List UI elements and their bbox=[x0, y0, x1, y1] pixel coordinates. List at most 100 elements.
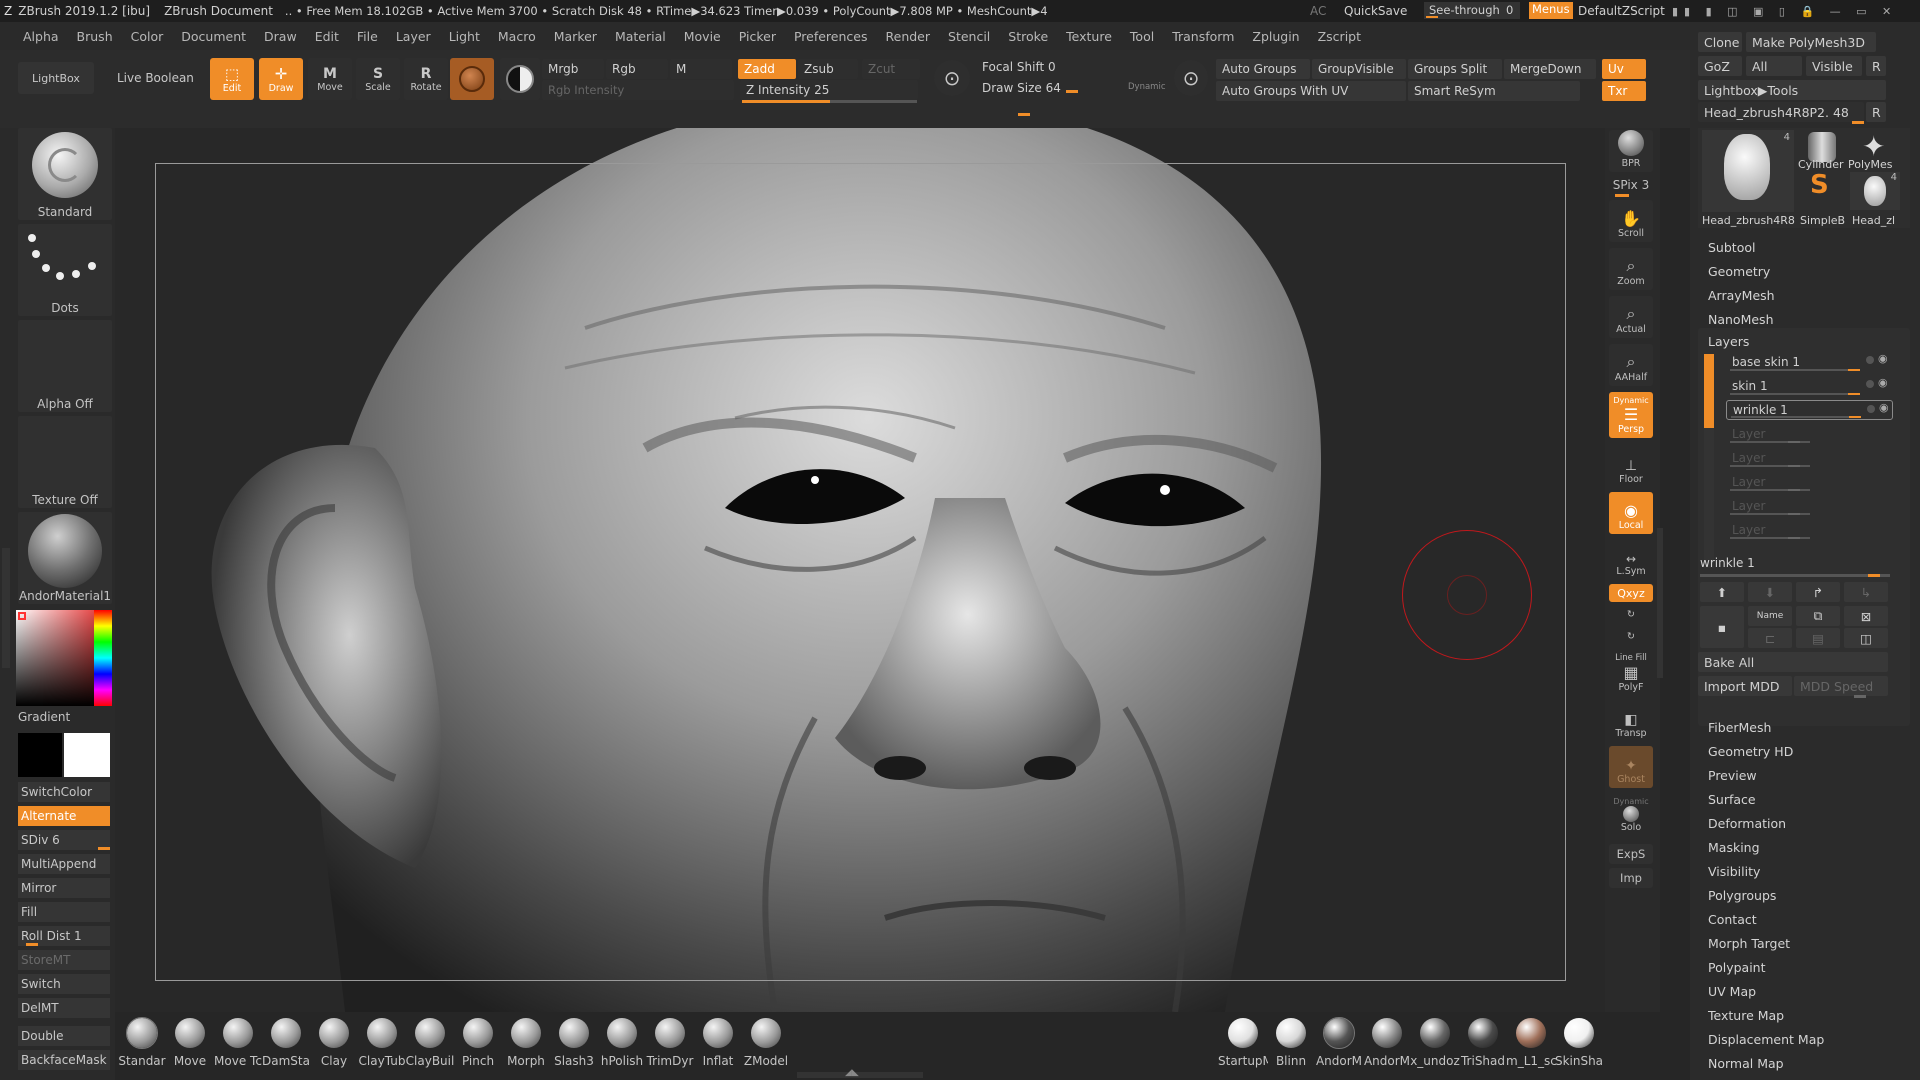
transp-button[interactable]: ◧ Transp bbox=[1609, 702, 1653, 742]
z-intensity-slider[interactable]: Z Intensity 25 bbox=[740, 80, 918, 100]
material-shelf-item[interactable] bbox=[1372, 1018, 1402, 1048]
layer-row[interactable]: skin 1 ◉ bbox=[1726, 376, 1893, 396]
rotate-button[interactable]: R Rotate bbox=[404, 58, 448, 100]
layer-move-up-button[interactable]: ⬆ bbox=[1700, 582, 1744, 602]
layer-row[interactable]: Layer bbox=[1726, 424, 1893, 444]
menu-preferences[interactable]: Preferences bbox=[785, 29, 877, 44]
canvas-viewport[interactable] bbox=[115, 128, 1605, 1012]
xyz-button[interactable]: Qxyz bbox=[1609, 584, 1653, 602]
material-shelf-item[interactable] bbox=[1228, 1018, 1258, 1048]
bake-all-button[interactable]: Bake All bbox=[1698, 652, 1888, 672]
section-fibermesh[interactable]: FiberMesh bbox=[1708, 720, 1771, 735]
section-nanomesh[interactable]: NanoMesh bbox=[1708, 312, 1774, 327]
solo-button[interactable]: Dynamic Solo bbox=[1609, 792, 1653, 836]
layer-row[interactable]: base skin 1 ◉ bbox=[1726, 352, 1893, 372]
section-morph-target[interactable]: Morph Target bbox=[1708, 936, 1790, 951]
menu-movie[interactable]: Movie bbox=[675, 29, 730, 44]
material-shelf-item[interactable] bbox=[1564, 1018, 1594, 1048]
draw-button[interactable]: ✛ Draw bbox=[259, 58, 303, 100]
tool-thumb-simpleb[interactable]: S bbox=[1798, 170, 1848, 210]
layer-action-6[interactable]: ▤ bbox=[1796, 628, 1840, 648]
section-normal-map[interactable]: Normal Map bbox=[1708, 1056, 1784, 1071]
section-texture-map[interactable]: Texture Map bbox=[1708, 1008, 1784, 1023]
dynamic-label[interactable]: Dynamic bbox=[1128, 82, 1166, 92]
menu-layer[interactable]: Layer bbox=[387, 29, 440, 44]
brush-shelf-item[interactable] bbox=[271, 1018, 301, 1048]
section-displacement-map[interactable]: Displacement Map bbox=[1708, 1032, 1824, 1047]
section-surface[interactable]: Surface bbox=[1708, 792, 1756, 807]
menu-edit[interactable]: Edit bbox=[306, 29, 348, 44]
layer-strength-slider[interactable] bbox=[1730, 393, 1860, 395]
zadd-toggle[interactable]: Zadd bbox=[738, 59, 796, 79]
brush-shelf-item[interactable] bbox=[751, 1018, 781, 1048]
material-shelf-item[interactable] bbox=[1420, 1018, 1450, 1048]
menu-brush[interactable]: Brush bbox=[68, 29, 122, 44]
move-button[interactable]: M Move bbox=[308, 58, 352, 100]
section-arraymesh[interactable]: ArrayMesh bbox=[1708, 288, 1775, 303]
quicksave-button[interactable]: QuickSave bbox=[1344, 4, 1407, 18]
brush-shelf-item[interactable] bbox=[607, 1018, 637, 1048]
exps-button[interactable]: ExpS bbox=[1609, 844, 1653, 864]
storemt-button[interactable]: StoreMT bbox=[18, 950, 110, 970]
current-tool-slider[interactable]: Head_zbrush4R8P2. 48 bbox=[1698, 102, 1864, 122]
brush-shelf-item[interactable] bbox=[319, 1018, 349, 1048]
layer-row[interactable]: wrinkle 1 ◉ bbox=[1726, 400, 1893, 420]
rgb-toggle[interactable]: Rgb bbox=[606, 59, 668, 79]
visible-button[interactable]: Visible bbox=[1806, 56, 1862, 76]
layer-eye-icon[interactable]: ◉ bbox=[1879, 401, 1889, 414]
menu-file[interactable]: File bbox=[348, 29, 387, 44]
brush-shelf-item[interactable] bbox=[223, 1018, 253, 1048]
live-boolean-button[interactable]: Live Boolean bbox=[117, 71, 194, 85]
menu-zscript[interactable]: Zscript bbox=[1309, 29, 1370, 44]
menu-draw[interactable]: Draw bbox=[255, 29, 306, 44]
lightbox-button[interactable]: LightBox bbox=[18, 62, 94, 94]
new-layer-button[interactable]: ▪ bbox=[1700, 606, 1744, 648]
imp-button[interactable]: Imp bbox=[1609, 868, 1653, 888]
hue-strip[interactable] bbox=[94, 610, 112, 706]
material-shelf-item[interactable] bbox=[1276, 1018, 1306, 1048]
layer-name-button[interactable]: Name bbox=[1748, 606, 1792, 626]
layer-move-down-button[interactable]: ⬇ bbox=[1748, 582, 1792, 602]
left-tray-collapse-handle[interactable] bbox=[2, 548, 10, 668]
brush-shelf-item[interactable] bbox=[655, 1018, 685, 1048]
window-controls[interactable]: ▮▮ ▮ ◫ ▣ ▯ 🔒 — ▭ ✕ bbox=[1672, 5, 1897, 18]
lazy-mouse-button[interactable]: ⊙ bbox=[934, 60, 970, 96]
edit-button[interactable]: ⬚ Edit bbox=[210, 58, 254, 100]
layer-strength-slider[interactable] bbox=[1731, 416, 1861, 418]
section-geometry-hd[interactable]: Geometry HD bbox=[1708, 744, 1793, 759]
layer-eye-icon[interactable]: ◉ bbox=[1878, 376, 1888, 389]
seethrough-slider[interactable]: See-through 0 bbox=[1424, 2, 1520, 19]
color-swatch-button[interactable] bbox=[500, 58, 540, 100]
right-shelf-collapse-handle[interactable] bbox=[1657, 528, 1663, 678]
bottom-collapse-handle[interactable] bbox=[797, 1072, 923, 1078]
menu-document[interactable]: Document bbox=[172, 29, 255, 44]
rotate-z-button[interactable]: ↻ bbox=[1609, 628, 1653, 648]
gradient-label[interactable]: Gradient bbox=[18, 710, 70, 724]
txr-button[interactable]: Txr bbox=[1602, 81, 1646, 101]
section-subtool[interactable]: Subtool bbox=[1708, 240, 1755, 255]
layers-scrollbar[interactable] bbox=[1704, 354, 1714, 428]
layer-strength-slider[interactable] bbox=[1730, 369, 1860, 371]
smart-resym-button[interactable]: Smart ReSym bbox=[1408, 81, 1580, 101]
group-visible-button[interactable]: GroupVisible bbox=[1312, 59, 1406, 79]
menu-macro[interactable]: Macro bbox=[489, 29, 545, 44]
brush-shelf-item[interactable] bbox=[559, 1018, 589, 1048]
focal-shift-slider[interactable]: Focal Shift 0 bbox=[976, 57, 1166, 77]
section-contact[interactable]: Contact bbox=[1708, 912, 1757, 927]
double-button[interactable]: Double bbox=[18, 1026, 110, 1046]
all-button[interactable]: All bbox=[1746, 56, 1802, 76]
delmt-button[interactable]: DelMT bbox=[18, 998, 110, 1018]
menu-material[interactable]: Material bbox=[606, 29, 675, 44]
floor-button[interactable]: ⊥ Floor bbox=[1609, 448, 1653, 488]
current-layer-slider[interactable]: wrinkle 1 bbox=[1700, 556, 1755, 570]
auto-groups-uv-button[interactable]: Auto Groups With UV bbox=[1216, 81, 1406, 101]
merge-down-button[interactable]: MergeDown bbox=[1504, 59, 1596, 79]
menu-tool[interactable]: Tool bbox=[1121, 29, 1163, 44]
menu-picker[interactable]: Picker bbox=[730, 29, 785, 44]
layer-row[interactable]: Layer bbox=[1726, 520, 1893, 540]
auto-groups-button[interactable]: Auto Groups bbox=[1216, 59, 1310, 79]
menus-button[interactable]: Menus bbox=[1529, 2, 1573, 19]
main-color-swatch[interactable] bbox=[18, 733, 62, 777]
material-shelf-item[interactable] bbox=[1323, 1017, 1355, 1049]
mirror-button[interactable]: Mirror bbox=[18, 878, 110, 898]
